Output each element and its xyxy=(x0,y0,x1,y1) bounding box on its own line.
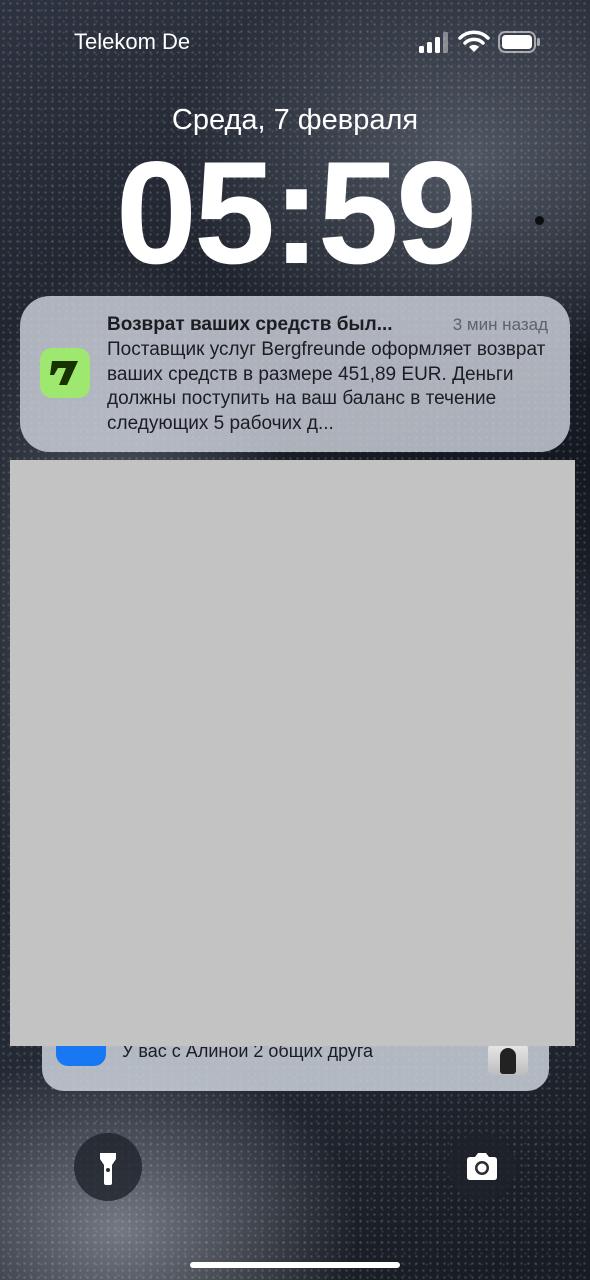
wifi-icon xyxy=(458,30,490,52)
front-camera-dot xyxy=(535,216,544,225)
notification-timestamp: 3 мин назад xyxy=(452,315,548,334)
flashlight-icon xyxy=(100,1153,116,1185)
battery-icon xyxy=(498,31,540,53)
carrier-name: Telekom De xyxy=(74,29,191,54)
lock-screen-clock: 05:59 xyxy=(115,131,477,294)
status-bar: Telekom De xyxy=(0,0,590,80)
status-icons xyxy=(414,28,544,56)
home-indicator[interactable] xyxy=(190,1262,400,1268)
cellular-signal-icon xyxy=(419,32,448,53)
avatar xyxy=(488,1043,528,1075)
camera-button[interactable] xyxy=(448,1133,516,1201)
notification-body: Поставщик услуг Bergfreunde оформляет во… xyxy=(107,339,546,434)
camera-icon xyxy=(467,1153,497,1180)
facebook-friends-notification[interactable]: У вас с Алиной 2 общих друга xyxy=(42,1040,549,1091)
flashlight-button[interactable] xyxy=(74,1133,142,1201)
wise-refund-notification[interactable]: Возврат ваших средств был... 3 мин назад… xyxy=(20,296,570,452)
redacted-area xyxy=(10,460,575,1046)
notification-title: Возврат ваших средств был... xyxy=(107,314,393,335)
wise-app-icon xyxy=(40,348,90,398)
